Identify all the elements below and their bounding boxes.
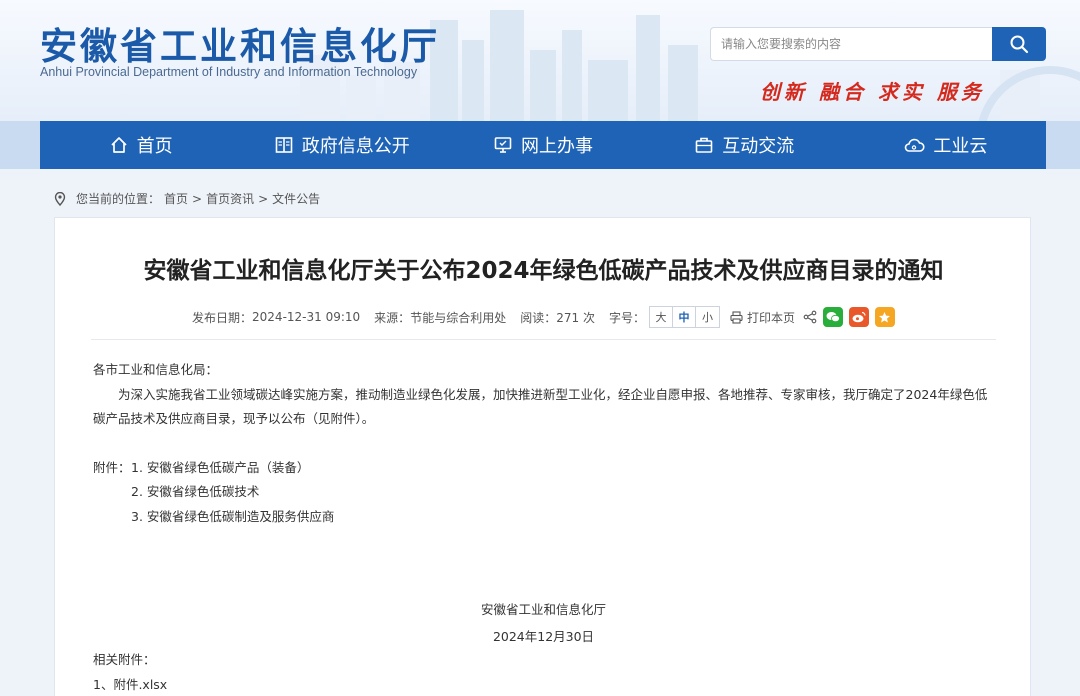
article-panel: 安徽省工业和信息化厅关于公布2024年绿色低碳产品技术及供应商目录的通知 发布日… bbox=[54, 217, 1031, 696]
attachment-item: 3. 安徽省绿色低碳制造及服务供应商 bbox=[131, 508, 335, 524]
source-value: 节能与综合利用处 bbox=[410, 310, 507, 325]
star-icon bbox=[879, 311, 891, 322]
nav-item-online-service[interactable]: 网上办事 bbox=[442, 121, 643, 169]
attachment-list: 附件： 1. 安徽省绿色低碳产品（装备） 2. 安徽省绿色低碳技术 3. 安徽省… bbox=[93, 456, 998, 530]
nav-item-label: 网上办事 bbox=[521, 136, 593, 157]
source-label: 来源： bbox=[374, 310, 411, 325]
signature: 安徽省工业和信息化厅 bbox=[480, 602, 606, 617]
print-label: 打印本页 bbox=[746, 310, 795, 325]
article-body: 各市工业和信息化局： 为深入实施我省工业领域碳达峰实施方案，推动制造业绿色化发展… bbox=[93, 358, 998, 529]
article-title: 安徽省工业和信息化厅关于公布2024年绿色低碳产品技术及供应商目录的通知 bbox=[143, 258, 944, 284]
attachment-item: 2. 安徽省绿色低碳技术 bbox=[131, 484, 260, 499]
book-icon bbox=[275, 137, 293, 153]
main-paragraph: 为深入实施我省工业领域碳达峰实施方案，推动制造业绿色化发展，加快推进新型工业化，… bbox=[93, 386, 988, 427]
monitor-icon bbox=[494, 137, 512, 153]
weibo-share-button[interactable] bbox=[848, 307, 869, 327]
publish-date: 2024-12-31 09:10 bbox=[252, 310, 361, 324]
search-button[interactable] bbox=[992, 27, 1046, 61]
search-icon bbox=[1010, 35, 1029, 54]
nav-item-home[interactable]: 首页 bbox=[40, 121, 241, 169]
sign-date: 2024年12月30日 bbox=[492, 629, 595, 644]
font-size-switcher: 大 中 小 bbox=[648, 306, 720, 328]
nav-item-gov-info[interactable]: 政府信息公开 bbox=[241, 121, 442, 169]
nav-item-industry-cloud[interactable]: 工业云 bbox=[845, 121, 1046, 169]
location-pin-icon bbox=[54, 191, 66, 206]
attachments-label: 附件： bbox=[93, 459, 131, 475]
font-size-medium-button[interactable]: 中 bbox=[672, 307, 696, 327]
favorite-button[interactable] bbox=[874, 307, 895, 327]
briefcase-icon bbox=[695, 137, 713, 153]
salutation: 各市工业和信息化局： bbox=[93, 362, 219, 377]
breadcrumb-link-news[interactable]: 首页资讯 bbox=[206, 190, 254, 207]
views-label: 阅读： bbox=[520, 310, 557, 325]
nav-item-label: 互动交流 bbox=[722, 136, 795, 157]
search-box bbox=[710, 27, 1046, 61]
share-icon[interactable] bbox=[803, 310, 817, 324]
meta-divider bbox=[91, 339, 996, 340]
font-size-small-button[interactable]: 小 bbox=[695, 307, 719, 327]
wechat-icon bbox=[826, 312, 840, 323]
weibo-icon bbox=[852, 311, 866, 323]
cloud-icon bbox=[905, 138, 925, 152]
printer-icon bbox=[730, 310, 743, 324]
breadcrumb-separator: > bbox=[258, 191, 269, 206]
breadcrumb-prefix: 您当前的位置： bbox=[76, 192, 161, 206]
search-input[interactable] bbox=[710, 27, 992, 61]
date-label: 发布日期： bbox=[192, 310, 253, 325]
nav-side-right bbox=[1046, 121, 1080, 169]
print-button[interactable]: 打印本页 bbox=[730, 309, 795, 326]
site-header: 安徽省工业和信息化厅 Anhui Provincial Department o… bbox=[0, 0, 1080, 121]
nav-item-label: 政府信息公开 bbox=[301, 136, 410, 157]
breadcrumb-link-home[interactable]: 首页 bbox=[164, 190, 188, 207]
views-count: 271 次 bbox=[556, 310, 595, 325]
home-icon bbox=[110, 137, 127, 153]
site-subtitle: Anhui Provincial Department of Industry … bbox=[40, 65, 418, 79]
slogan: 创新 融合 求实 服务 bbox=[760, 80, 985, 104]
attachment-item: 1. 安徽省绿色低碳产品（装备） bbox=[131, 459, 310, 475]
nav-item-interaction[interactable]: 互动交流 bbox=[644, 121, 845, 169]
breadcrumb: 您当前的位置： 首页 > 首页资讯 > 文件公告 bbox=[54, 190, 320, 207]
nav-item-label: 首页 bbox=[136, 136, 173, 157]
font-size-large-button[interactable]: 大 bbox=[649, 307, 673, 327]
wechat-share-button[interactable] bbox=[822, 307, 843, 327]
nav-item-label: 工业云 bbox=[933, 136, 988, 157]
related-attachments: 相关附件： 1、附件.xlsx bbox=[93, 648, 167, 696]
breadcrumb-separator: > bbox=[192, 191, 203, 206]
main-nav: 首页 政府信息公开 网上办事 互动交流 工业云 bbox=[40, 121, 1046, 169]
related-file-link[interactable]: 1、附件.xlsx bbox=[93, 677, 167, 692]
nav-side-left bbox=[0, 121, 40, 169]
breadcrumb-link-notices[interactable]: 文件公告 bbox=[272, 190, 320, 207]
font-size-label: 字号： bbox=[608, 310, 645, 325]
related-label: 相关附件： bbox=[93, 652, 156, 667]
article-meta: 发布日期： 2024-12-31 09:10 来源： 节能与综合利用处 阅读： … bbox=[55, 306, 1032, 328]
site-title: 安徽省工业和信息化厅 bbox=[40, 25, 440, 68]
